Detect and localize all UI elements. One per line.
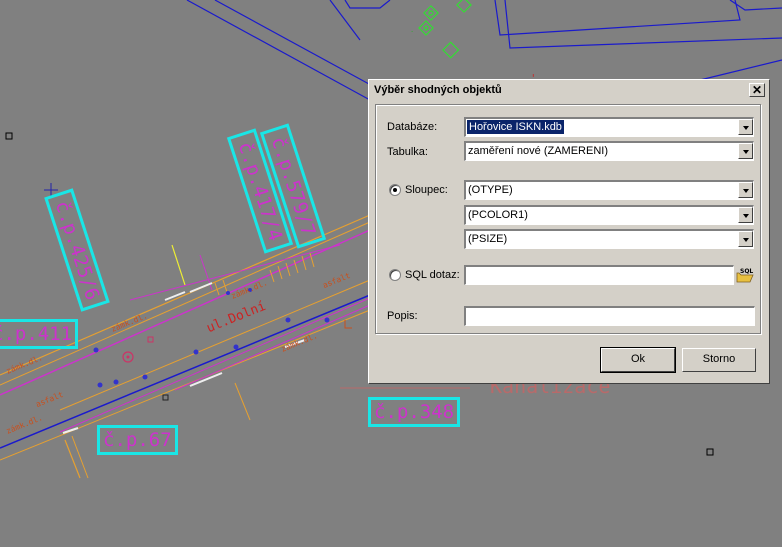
column-select-1[interactable]: (OTYPE) xyxy=(464,180,754,200)
dialog-title: Výběr shodných objektů xyxy=(374,84,502,96)
cancel-button-label: Storno xyxy=(702,353,736,365)
description-input[interactable] xyxy=(464,306,755,326)
close-icon: ✕ xyxy=(751,83,763,97)
dialog-titlebar[interactable]: Výběr shodných objektů ✕ xyxy=(371,82,767,100)
column-value-1: (OTYPE) xyxy=(468,184,513,196)
table-label: Tabulka: xyxy=(387,146,428,158)
sql-label: SQL dotaz: xyxy=(405,269,460,281)
database-label: Databáze: xyxy=(387,121,438,133)
chevron-down-icon[interactable] xyxy=(738,231,753,247)
column-select-2[interactable]: (PCOLOR1) xyxy=(464,205,754,225)
table-value: zaměření nové (ZAMERENI) xyxy=(468,145,608,157)
database-value: Hořovice ISKN.kdb xyxy=(467,120,564,134)
sql-radio[interactable] xyxy=(389,269,401,281)
sql-folder-icon[interactable]: SQL xyxy=(736,267,754,283)
ok-button-label: Ok xyxy=(630,353,646,365)
svg-text:.: . xyxy=(410,26,414,34)
chevron-down-icon[interactable] xyxy=(738,182,753,198)
column-radio[interactable] xyxy=(389,184,401,196)
close-button[interactable]: ✕ xyxy=(749,83,765,97)
map-label-cp67[interactable]: č.p.67 xyxy=(97,425,178,455)
map-label-cp411[interactable]: č.p.411 xyxy=(0,319,79,349)
database-select[interactable]: Hořovice ISKN.kdb xyxy=(464,117,754,137)
cancel-button[interactable]: Storno xyxy=(682,348,756,372)
ok-button[interactable]: Ok xyxy=(600,347,676,373)
sql-icon-text: SQL xyxy=(740,268,753,275)
chevron-down-icon[interactable] xyxy=(738,143,753,159)
sql-query-input[interactable] xyxy=(464,265,734,285)
select-matching-objects-dialog: Výběr shodných objektů ✕ Databáze: Hořov… xyxy=(368,79,770,384)
column-value-3: (PSIZE) xyxy=(468,233,508,245)
column-value-2: (PCOLOR1) xyxy=(468,209,528,221)
chevron-down-icon[interactable] xyxy=(738,207,753,223)
chevron-down-icon[interactable] xyxy=(738,119,753,135)
table-select[interactable]: zaměření nové (ZAMERENI) xyxy=(464,141,754,161)
column-select-3[interactable]: (PSIZE) xyxy=(464,229,754,249)
column-label: Sloupec: xyxy=(405,184,448,196)
description-label: Popis: xyxy=(387,310,418,322)
map-label-cp348[interactable]: č.p.348 xyxy=(368,397,461,427)
